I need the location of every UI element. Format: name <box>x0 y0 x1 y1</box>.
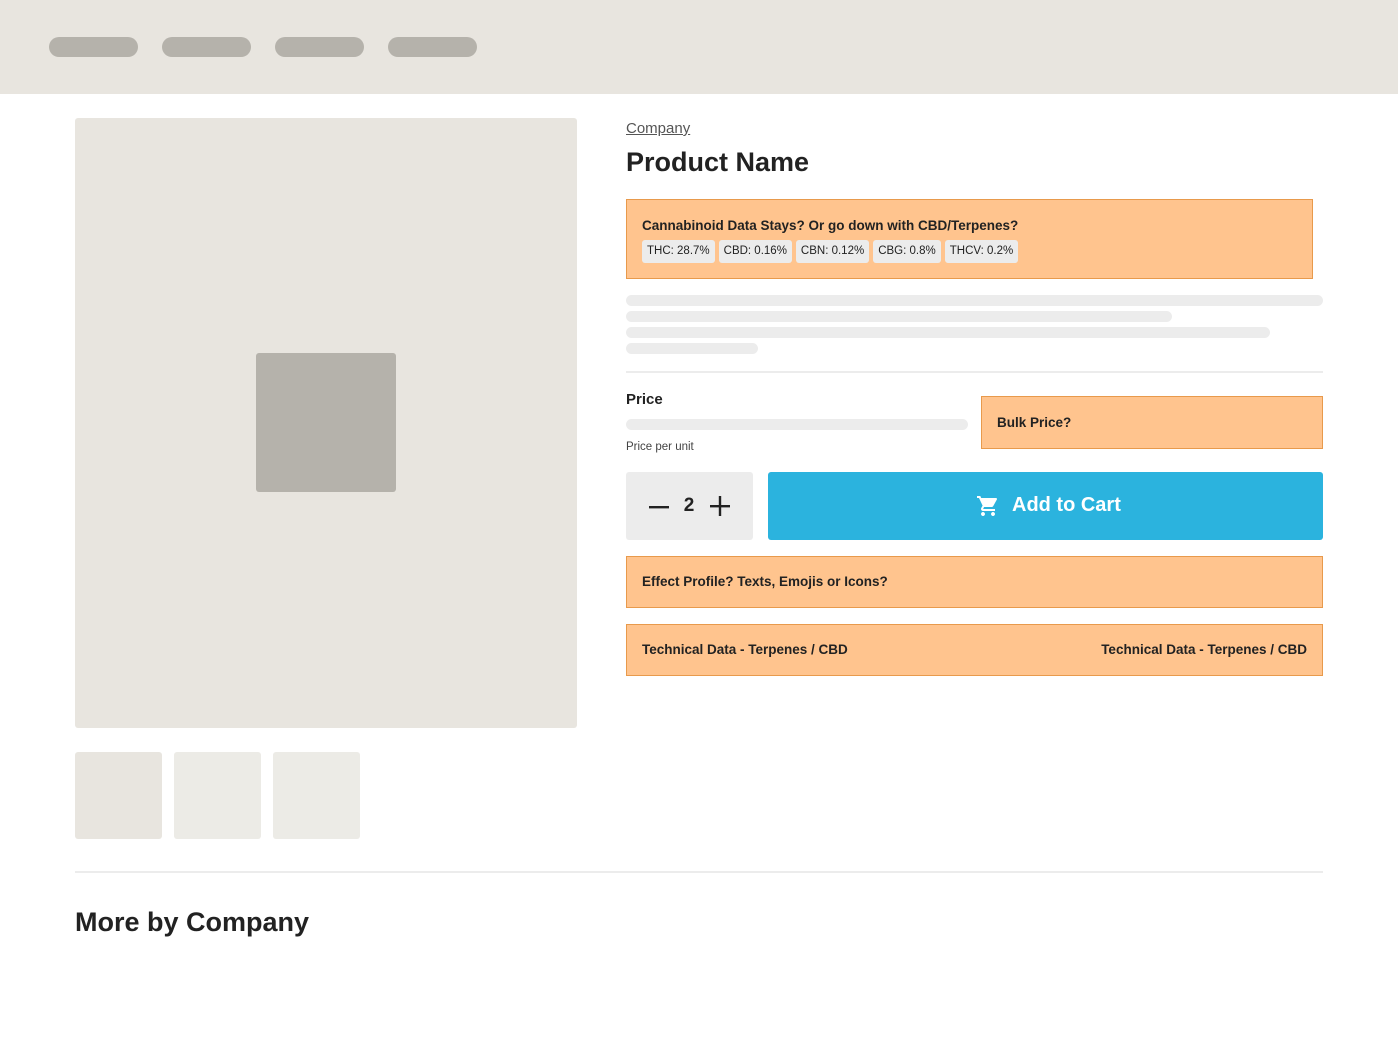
product-thumbnail[interactable] <box>75 752 162 839</box>
add-to-cart-button[interactable]: Add to Cart <box>768 472 1323 540</box>
cannabinoid-chip-thcv: THCV: 0.2% <box>944 240 1019 263</box>
product-thumbnail[interactable] <box>174 752 261 839</box>
description-skeleton-line <box>626 295 1323 306</box>
cannabinoid-chip-cbg: CBG: 0.8% <box>873 240 941 263</box>
top-nav-bar <box>0 0 1398 94</box>
product-main-image[interactable] <box>75 118 577 728</box>
section-divider <box>626 371 1323 373</box>
bulk-price-note: Bulk Price? <box>997 415 1072 430</box>
description-skeleton-line <box>626 343 758 354</box>
price-skeleton <box>626 419 968 430</box>
effect-profile-annotation: Effect Profile? Texts, Emojis or Icons? <box>626 556 1323 608</box>
company-link[interactable]: Company <box>626 120 690 137</box>
cannabinoid-chip-cbn: CBN: 0.12% <box>795 240 870 263</box>
technical-data-right: Technical Data - Terpenes / CBD <box>1101 642 1307 657</box>
price-per-unit: Price per unit <box>626 441 694 453</box>
nav-item-placeholder[interactable] <box>162 37 251 57</box>
technical-data-annotation: Technical Data - Terpenes / CBD Technica… <box>626 624 1323 676</box>
quantity-stepper[interactable]: 2 <box>626 472 753 540</box>
quantity-value: 2 <box>683 495 695 516</box>
bulk-price-annotation: Bulk Price? <box>981 396 1323 449</box>
cart-icon <box>977 496 998 516</box>
section-divider <box>75 871 1323 873</box>
plus-icon[interactable] <box>710 496 730 516</box>
cannabinoid-chips: THC: 28.7% CBD: 0.16% CBN: 0.12% CBG: 0.… <box>642 240 1019 263</box>
price-label: Price <box>626 391 663 408</box>
cannabinoid-annotation: Cannabinoid Data Stays? Or go down with … <box>626 199 1313 279</box>
technical-data-left: Technical Data - Terpenes / CBD <box>642 642 848 657</box>
description-skeleton-line <box>626 311 1172 322</box>
image-placeholder-icon <box>256 353 396 492</box>
cannabinoid-note: Cannabinoid Data Stays? Or go down with … <box>642 218 1019 233</box>
nav-item-placeholder[interactable] <box>49 37 138 57</box>
product-thumbnail[interactable] <box>273 752 360 839</box>
effect-profile-note: Effect Profile? Texts, Emojis or Icons? <box>642 574 888 589</box>
product-title: Product Name <box>626 147 810 177</box>
nav-item-placeholder[interactable] <box>388 37 477 57</box>
minus-icon[interactable] <box>649 497 669 517</box>
description-skeleton-line <box>626 327 1270 338</box>
more-by-company-heading: More by Company <box>75 907 310 937</box>
nav-item-placeholder[interactable] <box>275 37 364 57</box>
cannabinoid-chip-cbd: CBD: 0.16% <box>718 240 792 263</box>
add-to-cart-label: Add to Cart <box>1012 494 1121 516</box>
cannabinoid-chip-thc: THC: 28.7% <box>642 240 715 263</box>
